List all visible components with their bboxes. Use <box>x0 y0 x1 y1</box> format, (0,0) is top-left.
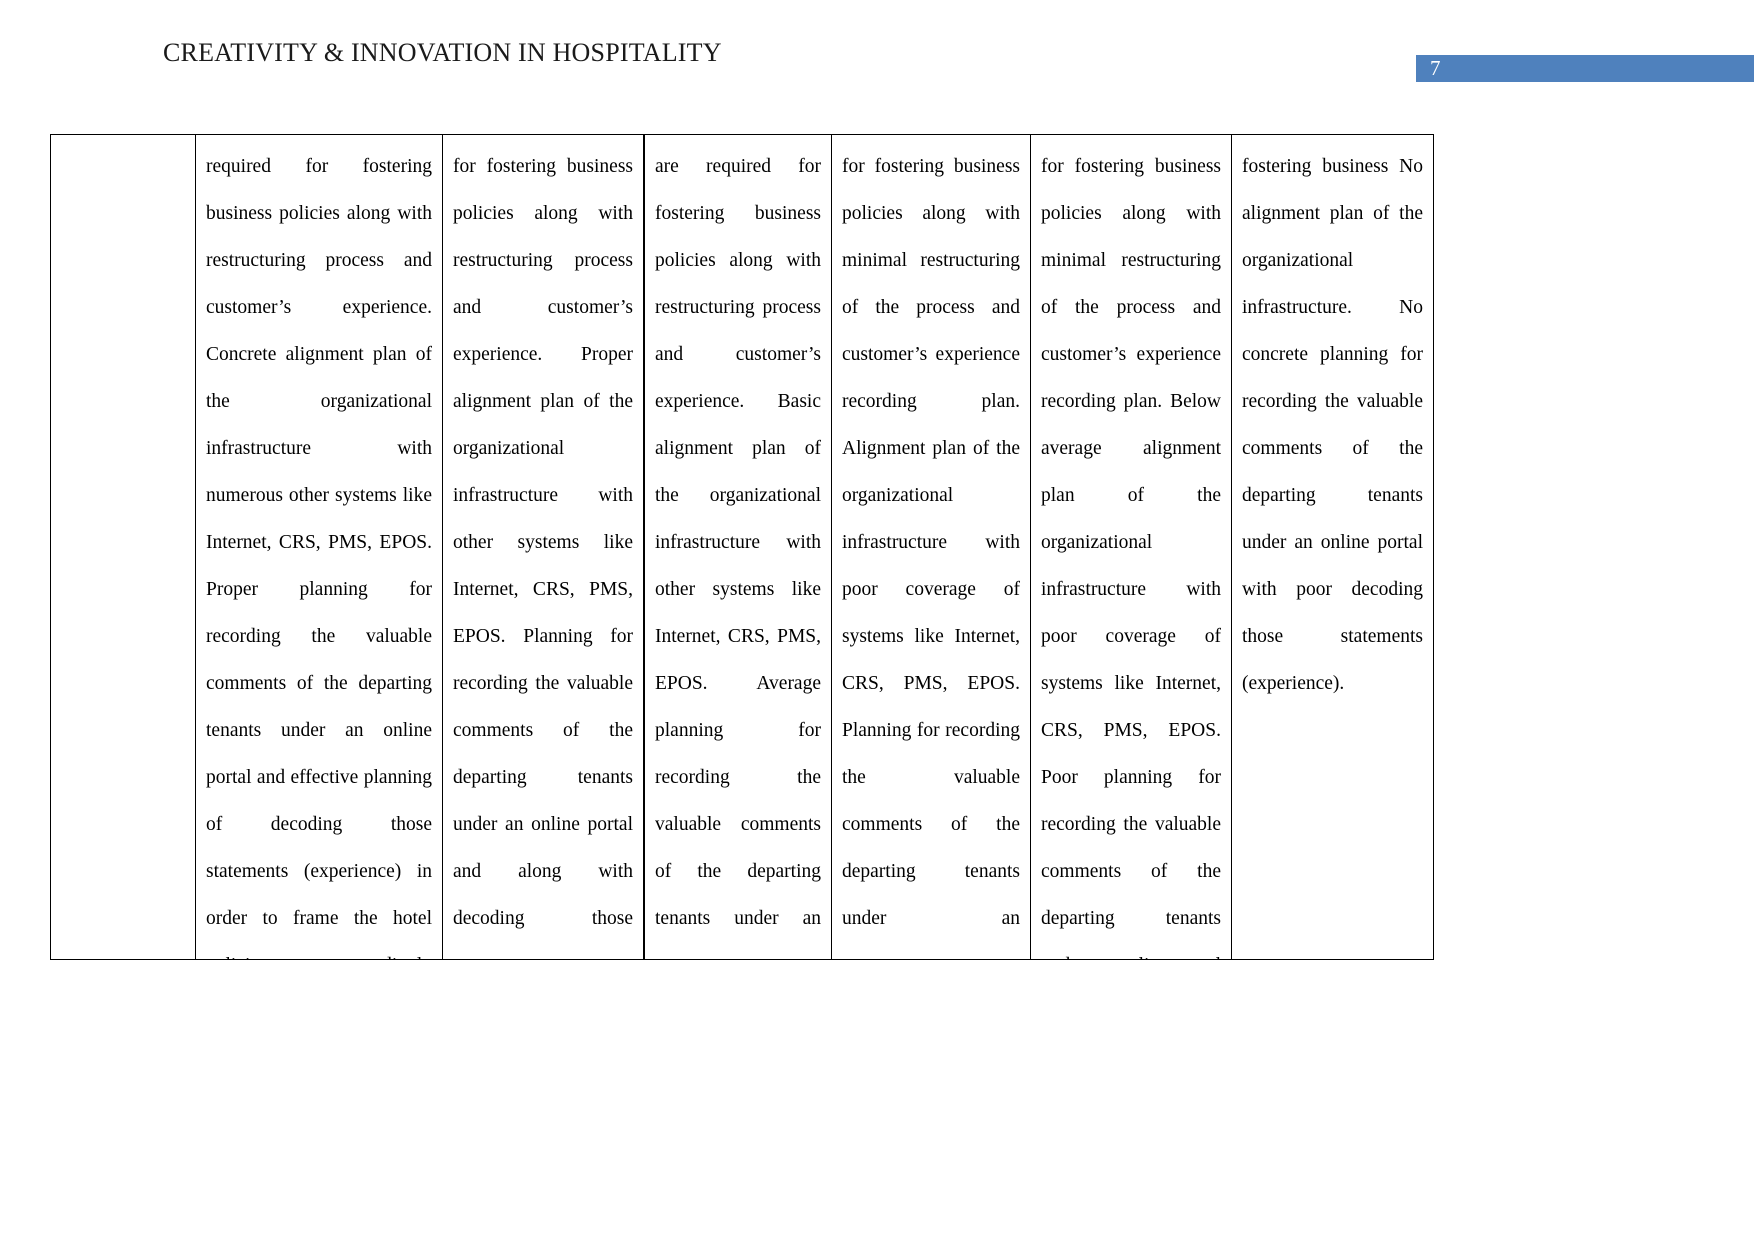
cell-text-good: are required for fostering business poli… <box>655 156 821 929</box>
cell-text-excellent: required for fostering business policies… <box>206 156 432 959</box>
page-number-badge: 7 <box>1416 55 1754 82</box>
page-title: CREATIVITY & INNOVATION IN HOSPITALITY <box>163 38 722 67</box>
table-cell-criteria <box>50 134 196 960</box>
cell-inner: for fostering business policies along wi… <box>443 136 643 959</box>
cell-text-average: for fostering business policies along wi… <box>842 156 1020 929</box>
page-number-text: 7 <box>1430 56 1441 80</box>
cell-text-below-average: for fostering business policies along wi… <box>1041 156 1221 959</box>
cell-inner: for fostering business policies along wi… <box>1032 136 1231 959</box>
cell-inner: for fostering business policies along wi… <box>833 136 1030 959</box>
table-row: required for fostering business policies… <box>50 134 1434 960</box>
cell-inner: required for fostering business policies… <box>197 136 442 959</box>
table-cell-poor: fostering business No alignment plan of … <box>1231 134 1434 960</box>
cell-text-very-good: for fostering business policies along wi… <box>453 156 633 959</box>
table-cell-below-average: for fostering business policies along wi… <box>1030 134 1232 960</box>
table-cell-very-good: for fostering business policies along wi… <box>442 134 645 960</box>
cell-text-poor: fostering business No alignment plan of … <box>1242 156 1423 694</box>
cell-text-criteria <box>61 143 185 190</box>
table-cell-excellent: required for fostering business policies… <box>195 134 443 960</box>
table-cell-average: for fostering business policies along wi… <box>831 134 1031 960</box>
cell-inner <box>52 136 195 959</box>
page-header: CREATIVITY & INNOVATION IN HOSPITALITY 7 <box>0 0 1754 110</box>
table-cell-good: are required for fostering business poli… <box>643 134 832 960</box>
rubric-table: required for fostering business policies… <box>50 134 1434 960</box>
cell-inner: fostering business No alignment plan of … <box>1233 136 1433 959</box>
cell-inner: are required for fostering business poli… <box>646 136 831 959</box>
